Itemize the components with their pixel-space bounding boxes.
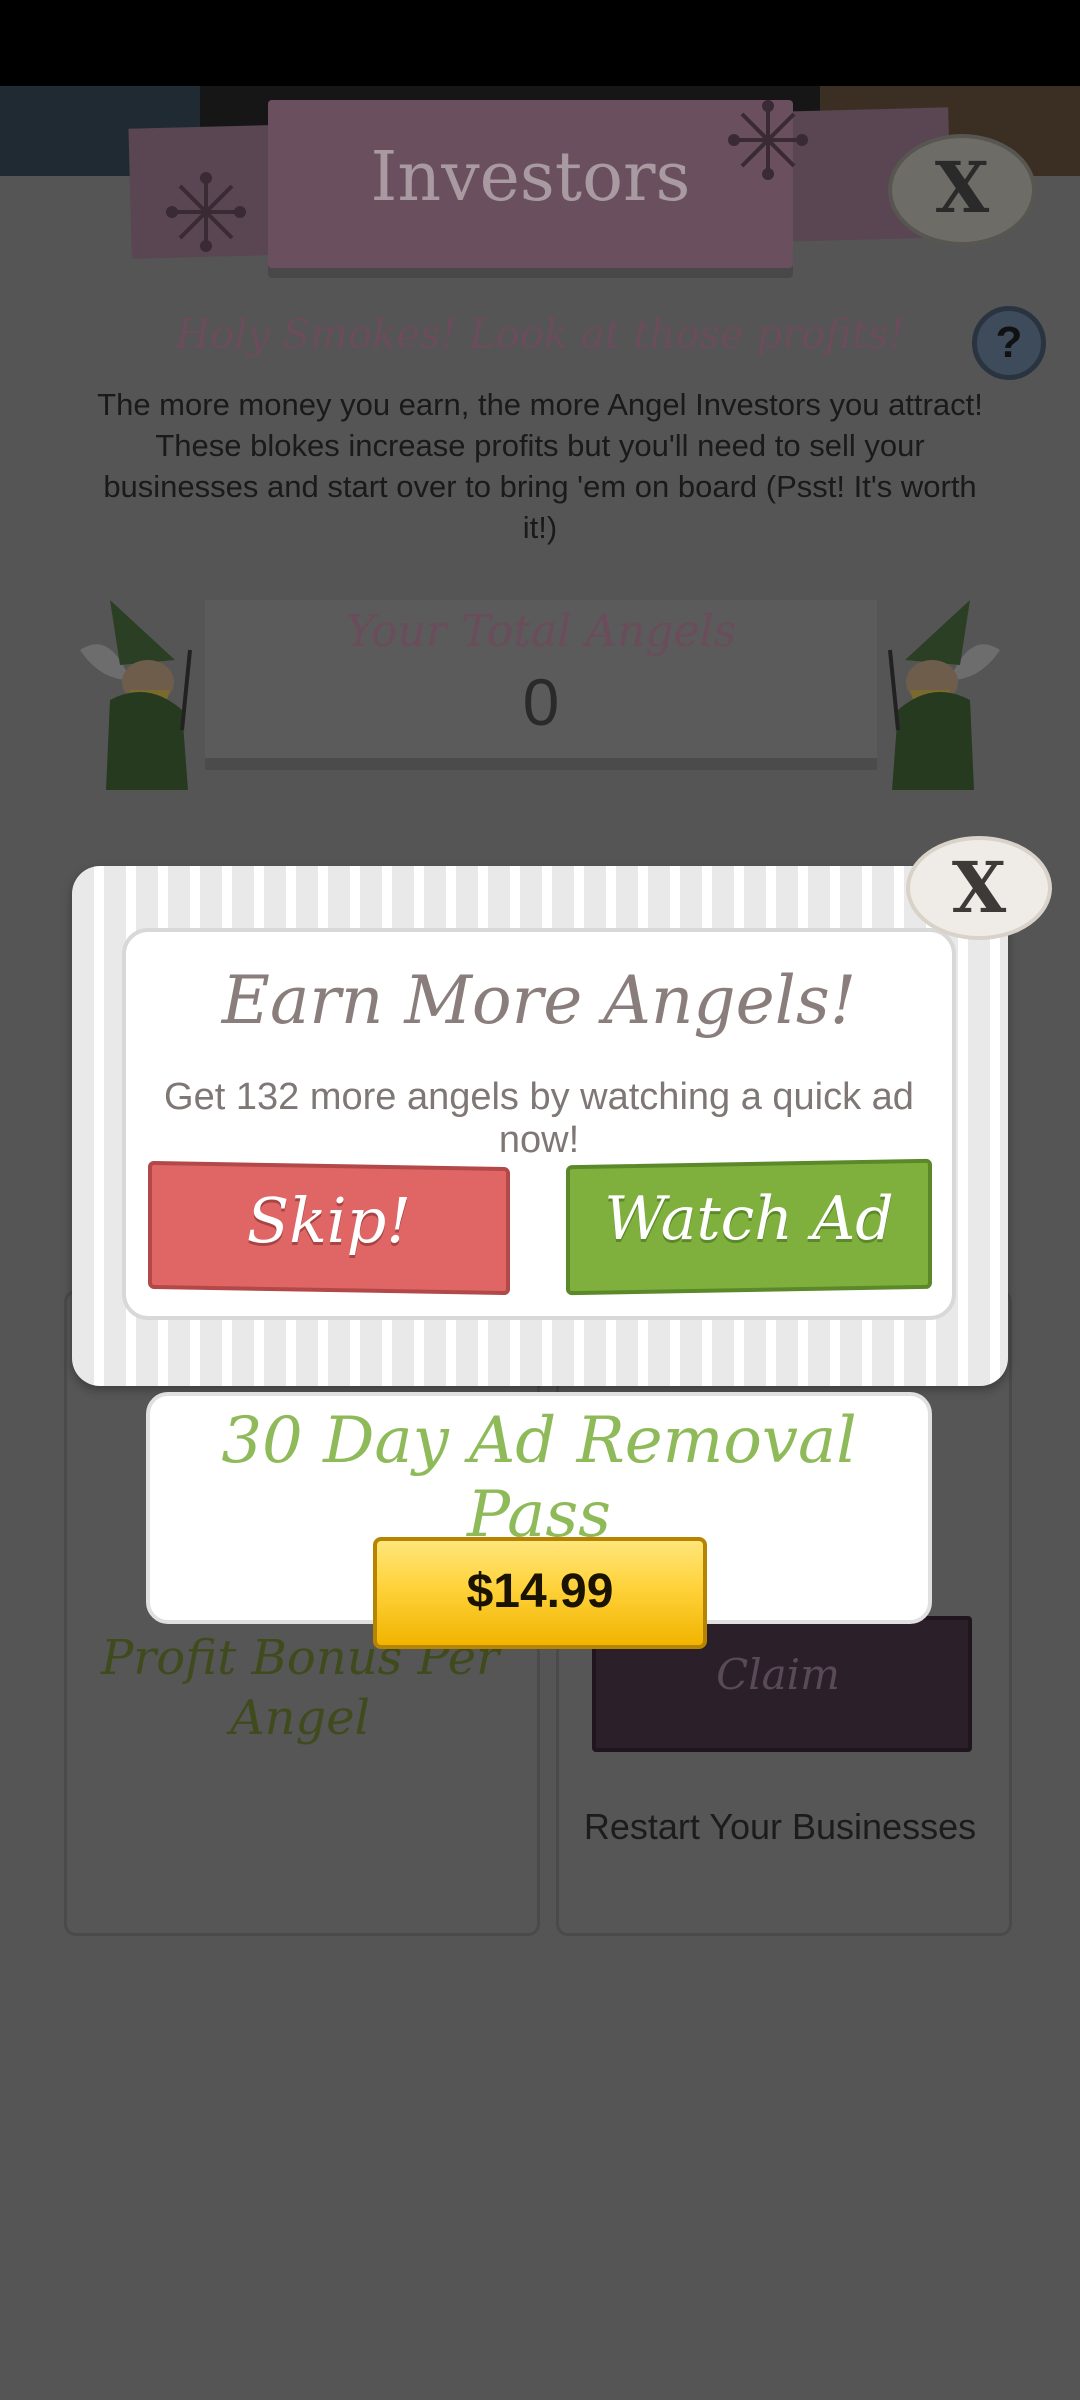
skip-button-label: Skip! — [246, 1184, 412, 1257]
close-icon: X — [934, 146, 990, 229]
page-title: Investors — [370, 138, 691, 217]
description-text: The more money you earn, the more Angel … — [97, 387, 983, 545]
status-bar — [0, 0, 1080, 86]
angel-wizard-icon — [80, 600, 192, 790]
close-button[interactable]: X — [888, 134, 1036, 246]
help-button[interactable]: ? — [972, 306, 1046, 380]
claim-button-label: Claim — [716, 1650, 840, 1699]
price-label: $14.99 — [466, 1565, 614, 1618]
ad-removal-title: 30 Day Ad Removal Pass — [221, 1404, 857, 1552]
dialog-title: Earn More Angels! — [221, 962, 857, 1039]
close-icon: X — [951, 846, 1007, 929]
dialog-message: Get 132 more angels by watching a quick … — [164, 1076, 914, 1161]
total-angels-value: 0 — [522, 665, 560, 739]
total-angels-label: Your Total Angels — [345, 606, 737, 657]
angel-wizard-icon — [888, 600, 1000, 790]
dialog-close-button[interactable]: X — [906, 836, 1052, 940]
restart-label: Restart Your Businesses — [583, 1806, 977, 1847]
subtitle: Holy Smokes! Look at those profits! — [175, 312, 905, 358]
starburst-icon — [166, 172, 246, 252]
watch-ad-button-label: Watch Ad — [604, 1184, 894, 1254]
